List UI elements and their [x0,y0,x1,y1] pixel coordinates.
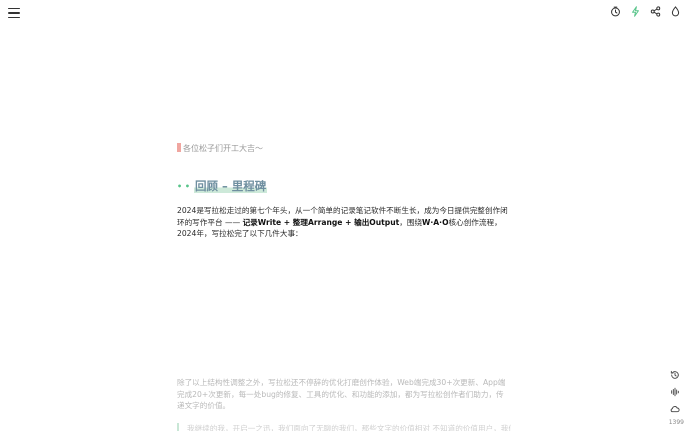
top-right-actions [608,4,682,18]
audio-wave-icon[interactable] [668,385,682,399]
ink-drop-icon[interactable] [668,4,682,18]
heading-prefix: • • [177,182,191,191]
top-toolbar [0,0,690,28]
cloud-icon[interactable] [668,402,682,416]
greeting-line: 各位松子们开工大吉～ [177,143,263,154]
hamburger-icon-line [8,16,20,18]
heading-text: 回顾 – 里程碑 [194,179,268,193]
menu-button[interactable] [8,8,20,18]
para-bold-2: W·A·O [422,217,449,227]
greeting-text: 各位松子们开工大吉～ [183,144,263,153]
faded-paragraph: 除了以上结构性调整之外，写拉松还不停辞的优化打磨创作体验，Web端完成30+次更… [177,378,506,411]
lightning-icon[interactable] [628,4,642,18]
hamburger-icon [8,8,20,10]
para-bold-1: 记录Write + 整理Arrange + 输出Output [242,217,400,227]
share-icon[interactable] [648,4,662,18]
blockquote: 我继续的我，开启一之迅，我们面向了无聊的我们，那些文字的价值相对 不知道的价值用… [177,423,511,431]
history-icon[interactable] [668,368,682,382]
body-paragraph: 2024是写拉松走过的第七个年头，从一个简单的记录笔记软件不断生长，成为今日提供… [177,205,511,240]
para-text-2: ，围绕 [399,217,423,227]
word-count: 1399 [668,419,684,426]
hamburger-icon-line [8,12,20,14]
right-side-tools [668,368,682,416]
clock-icon[interactable] [608,4,622,18]
greeting-marker [177,143,181,152]
section-heading: • • 回顾 – 里程碑 [177,178,268,194]
